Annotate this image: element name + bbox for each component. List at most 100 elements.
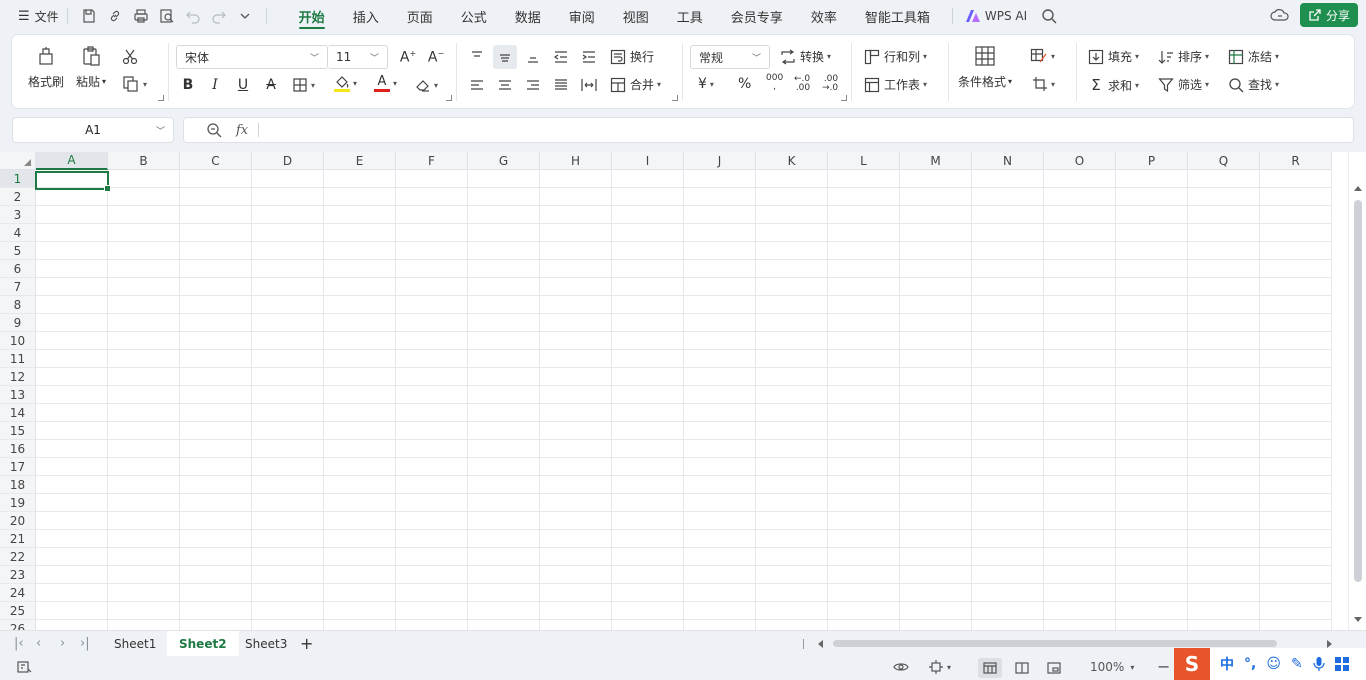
row-header-23[interactable]: 23 <box>0 566 36 584</box>
alignment-launcher[interactable] <box>672 95 678 101</box>
convert-button[interactable]: 转换 ▾ <box>780 48 831 65</box>
increase-font-icon[interactable]: A+ <box>396 45 420 69</box>
bold-button[interactable]: B <box>176 73 200 97</box>
tab-view[interactable]: 视图 <box>609 0 663 32</box>
percent-button[interactable]: % <box>738 76 751 92</box>
border-button[interactable]: ▾ <box>292 77 315 93</box>
align-left-icon[interactable] <box>465 73 489 97</box>
format-painter-button[interactable]: 格式刷 <box>28 45 64 90</box>
increase-indent-icon[interactable] <box>577 45 601 69</box>
name-box[interactable]: A1 ﹀ <box>12 117 174 143</box>
row-header-10[interactable]: 10 <box>0 332 36 350</box>
decrease-indent-icon[interactable] <box>549 45 573 69</box>
row-header-8[interactable]: 8 <box>0 296 36 314</box>
clipboard-launcher[interactable] <box>158 95 164 101</box>
number-format-select[interactable]: 常规 ﹀ <box>690 45 770 69</box>
ime-logo[interactable]: S <box>1174 648 1210 680</box>
row-header-5[interactable]: 5 <box>0 242 36 260</box>
print-icon[interactable] <box>128 4 154 28</box>
merge-button[interactable]: 合并 ▾ <box>610 76 661 93</box>
file-menu[interactable]: ☰ 文件 <box>18 8 59 25</box>
scroll-thumb[interactable] <box>833 640 1277 647</box>
column-header-p[interactable]: P <box>1116 152 1188 170</box>
tab-insert[interactable]: 插入 <box>339 0 393 32</box>
chevron-down-icon[interactable] <box>232 4 258 28</box>
conditional-format-button[interactable]: 条件格式 ▾ <box>958 45 1012 90</box>
align-top-icon[interactable] <box>465 45 489 69</box>
row-header-20[interactable]: 20 <box>0 512 36 530</box>
worksheet-button[interactable]: 工作表 ▾ <box>864 76 927 93</box>
share-button[interactable]: 分享 <box>1299 3 1358 27</box>
ime-language-toggle[interactable]: 中 <box>1220 654 1234 674</box>
link-icon[interactable] <box>102 4 128 28</box>
fill-button[interactable]: 填充 ▾ <box>1088 48 1139 65</box>
print-preview-icon[interactable] <box>154 4 180 28</box>
row-header-18[interactable]: 18 <box>0 476 36 494</box>
strikethrough-button[interactable]: A <box>259 73 283 97</box>
row-header-2[interactable]: 2 <box>0 188 36 206</box>
zoom-out-button[interactable]: − <box>1157 657 1170 676</box>
align-right-icon[interactable] <box>521 73 545 97</box>
filter-button[interactable]: 筛选 ▾ <box>1158 76 1209 93</box>
font-name-select[interactable]: 宋体 ﹀ <box>176 45 328 69</box>
normal-view-icon[interactable] <box>978 658 1002 678</box>
paste-button[interactable]: 粘贴 ▾ <box>76 45 106 90</box>
rows-columns-button[interactable]: 行和列 ▾ <box>864 48 927 65</box>
row-header-6[interactable]: 6 <box>0 260 36 278</box>
page-layout-view-icon[interactable] <box>1010 658 1034 678</box>
row-header-11[interactable]: 11 <box>0 350 36 368</box>
vertical-scrollbar[interactable] <box>1348 152 1366 630</box>
row-header-13[interactable]: 13 <box>0 386 36 404</box>
column-header-c[interactable]: C <box>180 152 252 170</box>
thousands-separator-button[interactable]: 000, <box>766 74 783 92</box>
font-launcher[interactable] <box>446 95 452 101</box>
fill-color-button[interactable]: ▾ <box>334 75 357 92</box>
zoom-select[interactable]: 100% ▾ <box>1090 660 1134 674</box>
column-header-a[interactable]: A <box>36 152 108 170</box>
row-header-3[interactable]: 3 <box>0 206 36 224</box>
zoom-icon[interactable] <box>206 122 222 138</box>
decrease-decimal-icon[interactable]: .00 →.0 <box>822 75 838 93</box>
sheet-tab-sheet2[interactable]: Sheet2 <box>167 631 239 657</box>
scroll-up-icon[interactable] <box>1354 186 1362 191</box>
scroll-down-icon[interactable] <box>1354 617 1362 622</box>
align-bottom-icon[interactable] <box>521 45 545 69</box>
freeze-button[interactable]: 冻结 ▾ <box>1228 48 1279 65</box>
distributed-align-icon[interactable] <box>577 73 601 97</box>
find-button[interactable]: 查找 ▾ <box>1228 76 1279 93</box>
tab-member[interactable]: 会员专享 <box>717 0 797 32</box>
cell-area[interactable] <box>36 170 1332 630</box>
undo-icon[interactable] <box>180 4 206 28</box>
row-header-25[interactable]: 25 <box>0 602 36 620</box>
scroll-thumb[interactable] <box>1354 200 1362 582</box>
redo-icon[interactable] <box>206 4 232 28</box>
eye-icon[interactable] <box>893 660 909 674</box>
copy-button[interactable]: ▾ <box>122 75 147 93</box>
spreadsheet-grid[interactable]: ABCDEFGHIJKLMNOPQR 1 2 3 4 5 6 7 8 9 10 11 12 13 14 15… <box>0 152 1366 630</box>
align-middle-icon[interactable] <box>493 45 517 69</box>
sheet-tab-sheet1[interactable]: Sheet1 <box>102 631 168 657</box>
sort-button[interactable]: 排序 ▾ <box>1158 48 1209 65</box>
next-sheet-icon[interactable]: › <box>60 636 65 651</box>
sum-button[interactable]: Σ 求和 ▾ <box>1088 76 1139 94</box>
pen-icon[interactable]: ✎ <box>1291 656 1303 672</box>
font-size-select[interactable]: 11 ﹀ <box>328 45 388 69</box>
justify-icon[interactable] <box>549 73 573 97</box>
scroll-left-icon[interactable] <box>818 640 823 648</box>
punctuation-icon[interactable]: °, <box>1244 656 1256 672</box>
clear-button[interactable]: ▾ <box>415 77 438 93</box>
focus-mode-button[interactable]: ▾ <box>928 660 951 674</box>
column-header-d[interactable]: D <box>252 152 324 170</box>
page-break-view-icon[interactable] <box>1042 658 1066 678</box>
column-header-g[interactable]: G <box>468 152 540 170</box>
column-header-l[interactable]: L <box>828 152 900 170</box>
column-header-k[interactable]: K <box>756 152 828 170</box>
number-launcher[interactable] <box>841 95 847 101</box>
row-header-14[interactable]: 14 <box>0 404 36 422</box>
currency-button[interactable]: ¥ ▾ <box>698 76 714 92</box>
wps-ai-button[interactable]: WPS AI <box>965 9 1027 23</box>
formula-bar[interactable]: fx <box>183 117 1354 143</box>
row-header-21[interactable]: 21 <box>0 530 36 548</box>
row-header-7[interactable]: 7 <box>0 278 36 296</box>
cell-border-button[interactable]: ▾ <box>1032 76 1055 92</box>
